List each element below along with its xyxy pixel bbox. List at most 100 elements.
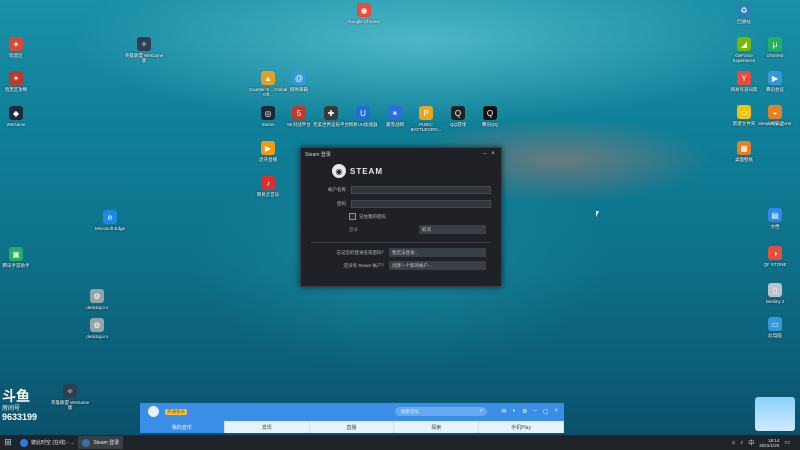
remember-me[interactable]: 记住我的密码 xyxy=(349,213,386,220)
desktop-icon[interactable]: ▤ 文档 xyxy=(755,208,795,229)
create-account-row: 还没有 Steam 帐户？ 创建一个新的帐户… xyxy=(301,261,501,271)
settings-icon[interactable]: ⚙ xyxy=(522,408,527,415)
app-icon: ◢ xyxy=(737,37,751,51)
room-number: 9633199 xyxy=(2,412,38,422)
steam-title-bar[interactable]: Steam 登录 – × xyxy=(301,148,501,160)
search-icon[interactable]: ⌕ xyxy=(480,408,483,415)
forgot-button[interactable]: 我无法登录… xyxy=(389,248,486,257)
desktop-icon-label: 腾讯手游助手 xyxy=(2,263,30,268)
desktop-icon[interactable]: ⚙ desktop.ini xyxy=(77,289,117,310)
skin-icon[interactable]: ◐ xyxy=(512,408,516,415)
task-label: Steam 登录 xyxy=(93,440,120,446)
close-icon[interactable]: × xyxy=(489,151,497,157)
desktop-icon[interactable]: e Microsoft Edge xyxy=(90,210,130,231)
desktop-icon[interactable]: ◒ 火绒安全 xyxy=(755,105,795,126)
app-icon: ✦ xyxy=(9,37,23,51)
desktop-icon-label: 英雄联盟 WeGame版 xyxy=(124,53,164,63)
desktop-icon-label: 此电脑 xyxy=(768,333,782,338)
task-label: 彼此时空 (在线) - ... xyxy=(31,440,75,446)
desktop-icon[interactable]: ▯ Destiny 2 xyxy=(755,283,795,304)
desktop-icon[interactable]: Q 腾讯QQ xyxy=(470,106,510,127)
desktop-icon[interactable]: ▶ 腾讯会议 xyxy=(755,71,795,92)
taskbar-task[interactable]: Steam 登录 xyxy=(78,436,124,449)
desktop-icon-label: Microsoft Edge xyxy=(94,226,125,231)
desktop-icon-label: Google Chrome xyxy=(348,19,380,24)
app-icon: ▭ xyxy=(768,317,782,331)
desktop-icon[interactable]: ▭ 此电脑 xyxy=(755,317,795,338)
desktop-icon-label: desktop.ini xyxy=(86,334,108,339)
windows-start-icon[interactable]: ⊞ xyxy=(0,435,16,450)
music-tab[interactable]: 探索 xyxy=(394,421,480,433)
desktop-icon[interactable]: ◆ WeGame xyxy=(0,106,36,127)
account-input[interactable] xyxy=(351,185,491,194)
minimize-icon[interactable]: – xyxy=(533,408,536,415)
desktop-icon-label: 虎牙直播 xyxy=(259,157,277,162)
search-placeholder: 搜索音乐 xyxy=(401,408,419,414)
desktop-icon-label: 文档 xyxy=(770,224,780,229)
minimize-icon[interactable]: – xyxy=(481,151,489,157)
notifications-icon[interactable]: ▭ xyxy=(784,439,790,446)
steam-login-window: Steam 登录 – × ◉ STEAM 帐户名称 密码 记住我的密码 登录 取… xyxy=(300,147,502,287)
app-icon: Q xyxy=(451,106,465,120)
app-icon: ▦ xyxy=(737,141,751,155)
desktop-icon-label: Destiny 2 xyxy=(765,299,785,304)
app-icon: μ xyxy=(768,37,782,51)
login-button[interactable]: 登录 xyxy=(349,227,358,233)
create-account-button[interactable]: 创建一个新的帐户… xyxy=(389,261,486,270)
window-title: Steam 登录 xyxy=(305,151,331,158)
cancel-button[interactable]: 取消 xyxy=(419,225,486,234)
desktop-icon-label: 桌面壁纸 xyxy=(735,157,753,162)
vip-badge[interactable]: 开通会员 xyxy=(165,409,187,415)
maximize-icon[interactable]: ▢ xyxy=(543,408,549,415)
desktop-icon-label: desktop.ini xyxy=(86,305,108,310)
network-icon[interactable]: ⌂ xyxy=(732,440,736,446)
desktop-icon[interactable]: ✦ 暗黑区攻略 xyxy=(0,71,36,92)
mail-icon[interactable]: ✉ xyxy=(501,408,506,415)
room-label: 房间号 xyxy=(2,406,21,412)
desktop-icon-label: 网易云音乐 xyxy=(256,192,280,197)
music-player-header: 开通会员 搜索音乐 ⌕ ✉ ◐ ⚙ – ▢ × xyxy=(140,403,564,421)
desktop-icon[interactable]: ▣ 腾讯手游助手 xyxy=(0,247,36,268)
desktop-icon[interactable]: ▶ 虎牙直播 xyxy=(248,141,288,162)
steam-logo-icon: ◉ xyxy=(332,164,346,178)
steam-brand: STEAM xyxy=(350,166,383,176)
desktop-icon[interactable]: @ 网易邮箱 xyxy=(279,71,319,92)
app-icon: ♪ xyxy=(261,176,275,190)
desktop-icon[interactable]: ✦ 暗黑区 xyxy=(0,37,36,58)
avatar[interactable] xyxy=(148,406,159,417)
music-tab[interactable]: 直播 xyxy=(310,421,395,433)
desktop-icon[interactable]: ✧ 英雄联盟 WeGame版 xyxy=(124,37,164,63)
recycle-bin-widget-icon[interactable] xyxy=(755,397,795,431)
app-icon: ▤ xyxy=(768,208,782,222)
music-tab[interactable]: 我的音乐 xyxy=(140,421,225,433)
player-toolbar: ✉ ◐ ⚙ – ▢ × xyxy=(501,408,558,415)
clock-date: 2021/1/20 xyxy=(759,442,780,448)
desktop-icon[interactable]: ▦ 桌面壁纸 xyxy=(724,141,764,162)
desktop-icon-label: uTorrent xyxy=(766,53,784,58)
clock[interactable]: 18:14 2021/1/20 xyxy=(759,438,779,448)
forgot-question: 忘记您的登录名或密码？ xyxy=(336,250,387,255)
desktop-icon[interactable]: ♪ 网易云音乐 xyxy=(248,176,288,197)
desktop-icon[interactable]: ◑ QF STONE xyxy=(755,246,795,267)
music-tab[interactable]: 发现 xyxy=(225,421,310,433)
desktop-icon[interactable]: ⚙ desktop.ini xyxy=(77,318,117,339)
desktop-icon[interactable]: μ uTorrent xyxy=(755,37,795,58)
desktop-icon[interactable]: ♻ 回收站 xyxy=(724,3,764,24)
app-icon: ▭ xyxy=(737,105,751,119)
app-icon: U xyxy=(356,106,370,120)
input-language[interactable]: 中 xyxy=(748,438,754,447)
taskbar-task[interactable]: 彼此时空 (在线) - ... xyxy=(16,436,78,449)
app-icon: ♻ xyxy=(737,3,751,17)
remember-checkbox[interactable] xyxy=(349,213,356,220)
app-icon: ✴ xyxy=(388,106,402,120)
app-icon: ▶ xyxy=(768,71,782,85)
close-icon[interactable]: × xyxy=(554,408,558,415)
music-tab[interactable]: 手机Play xyxy=(479,421,564,433)
app-icon: Q xyxy=(483,106,497,120)
app-icon: ▯ xyxy=(768,283,782,297)
volume-icon[interactable]: ♪ xyxy=(740,440,743,446)
desktop-icon[interactable]: ◉ Google Chrome xyxy=(344,3,384,24)
password-input[interactable] xyxy=(351,199,491,208)
no-account-question: 还没有 Steam 帐户？ xyxy=(343,263,386,268)
music-search-input[interactable]: 搜索音乐 ⌕ xyxy=(395,407,487,416)
